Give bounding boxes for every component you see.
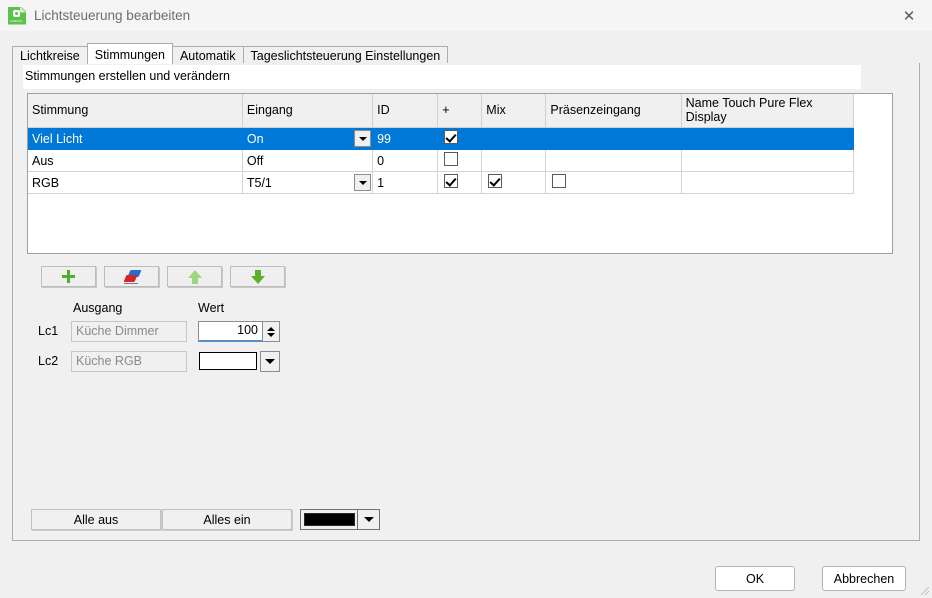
col-header-eingang[interactable]: Eingang [242, 94, 374, 128]
outputs-header-wert: Wert [198, 301, 225, 315]
checkbox-praesenzeingang[interactable] [552, 174, 567, 188]
cell-stimmung[interactable]: Viel Licht [28, 127, 243, 150]
section-banner-label: Stimmungen erstellen und verändern [25, 69, 230, 83]
cell-praesenzeingang[interactable] [545, 149, 682, 172]
col-header-id[interactable]: ID [372, 94, 439, 128]
app-icon-brand-text: COMPRO [10, 19, 23, 23]
chevron-down-icon[interactable] [354, 174, 372, 191]
cell-eingang[interactable]: Off [242, 149, 374, 172]
table-row[interactable]: Aus Off 0 [28, 149, 855, 172]
col-header-mix[interactable]: Mix [481, 94, 547, 128]
cell-eingang[interactable]: On [242, 127, 374, 150]
cell-plus[interactable] [437, 149, 483, 172]
col-header-stimmung[interactable]: Stimmung [28, 94, 243, 128]
bulk-actions-row: Alle aus Alles ein [31, 509, 380, 530]
table-row[interactable]: RGB T5/1 1 [28, 171, 855, 194]
spinner-buttons-lc1[interactable] [263, 321, 280, 342]
grid-toolbar [41, 266, 285, 287]
color-swatch[interactable] [304, 513, 355, 526]
table-header-row: Stimmung Eingang ID + Mix Präsenzeingang… [28, 94, 855, 128]
cell-name-touch-pure[interactable] [681, 149, 855, 172]
checkbox-mix[interactable] [488, 174, 503, 188]
col-header-praesenzeingang[interactable]: Präsenzeingang [545, 94, 682, 128]
eraser-icon [123, 269, 141, 284]
add-row-button[interactable] [41, 266, 96, 287]
cell-plus[interactable] [437, 127, 483, 150]
spinner-value-lc1[interactable]: 100 [198, 321, 263, 342]
cell-eingang-value: Off [246, 153, 264, 168]
tab-lichtkreise[interactable]: Lichtkreise [12, 46, 88, 63]
col-header-plus[interactable]: + [437, 94, 483, 128]
stimmungen-table: Stimmung Eingang ID + Mix Präsenzeingang… [28, 94, 855, 194]
arrow-down-icon [250, 269, 265, 284]
table-row[interactable]: Viel Licht On 99 [28, 127, 855, 150]
cell-id[interactable]: 99 [372, 127, 439, 150]
cell-mix[interactable] [481, 171, 547, 194]
all-on-button[interactable]: Alles ein [162, 509, 292, 530]
cell-stimmung[interactable]: RGB [28, 171, 243, 194]
move-up-button[interactable] [167, 266, 222, 287]
close-icon[interactable]: ✕ [886, 0, 932, 31]
cancel-button[interactable]: Abbrechen [822, 566, 906, 591]
chevron-down-icon[interactable] [354, 130, 372, 147]
cell-eingang-value: T5/1 [246, 175, 272, 190]
stimmungen-grid[interactable]: Stimmung Eingang ID + Mix Präsenzeingang… [27, 93, 893, 254]
app-document-gear-icon: COMPRO [8, 6, 26, 25]
outputs-header-ausgang: Ausgang [73, 301, 123, 315]
cell-name-touch-pure[interactable] [681, 171, 855, 194]
resize-grip-icon[interactable] [920, 586, 930, 596]
cell-name-touch-pure[interactable] [681, 127, 855, 150]
cell-plus[interactable] [437, 171, 483, 194]
output-wert-spinner-lc1[interactable]: 100 [198, 321, 280, 342]
delete-row-button[interactable] [104, 266, 159, 287]
cell-eingang-value: On [246, 131, 264, 146]
checkbox-plus[interactable] [444, 174, 459, 188]
cell-praesenzeingang[interactable] [545, 171, 682, 194]
cell-praesenzeingang[interactable] [545, 127, 682, 150]
ok-button[interactable]: OK [715, 566, 795, 591]
cell-eingang[interactable]: T5/1 [242, 171, 374, 194]
arrow-up-icon [187, 269, 202, 284]
tab-stimmungen[interactable]: Stimmungen [86, 43, 173, 64]
output-ausgang-lc2[interactable]: Küche RGB [71, 351, 187, 372]
section-banner: Stimmungen erstellen und verändern [23, 65, 861, 89]
tabstrip: Lichtkreise Stimmungen Automatik Tagesli… [12, 42, 920, 64]
combobox-value-lc2[interactable] [199, 352, 257, 370]
tab-tageslichtsteuerung-einstellungen[interactable]: Tageslichtsteuerung Einstellungen [242, 46, 449, 63]
cell-mix[interactable] [481, 127, 547, 150]
cell-mix[interactable] [481, 149, 547, 172]
checkbox-plus[interactable] [444, 130, 459, 144]
move-down-button[interactable] [230, 266, 285, 287]
chevron-down-icon[interactable] [357, 510, 379, 529]
window-titlebar: COMPRO Lichtsteuerung bearbeiten ✕ [0, 0, 932, 32]
spinner-down-icon[interactable] [267, 332, 275, 337]
spinner-up-icon[interactable] [267, 326, 275, 331]
cell-id[interactable]: 0 [372, 149, 439, 172]
output-ausgang-lc1[interactable]: Küche Dimmer [71, 321, 187, 342]
plus-icon [62, 270, 75, 283]
chevron-down-icon[interactable] [260, 351, 280, 372]
col-header-name-touch-pure-flex-display[interactable]: Name Touch Pure Flex Display [681, 94, 855, 128]
color-picker-combobox[interactable] [300, 509, 380, 530]
output-label-lc1: Lc1 [38, 324, 59, 338]
cell-id[interactable]: 1 [372, 171, 439, 194]
output-label-lc2: Lc2 [38, 354, 59, 368]
output-wert-combobox-lc2[interactable] [198, 351, 280, 372]
window-title: Lichtsteuerung bearbeiten [34, 8, 191, 23]
checkbox-plus[interactable] [444, 152, 459, 166]
tab-content-panel: Stimmungen erstellen und verändern Stimm… [12, 63, 920, 541]
cell-stimmung[interactable]: Aus [28, 149, 243, 172]
tab-automatik[interactable]: Automatik [171, 46, 244, 63]
all-off-button[interactable]: Alle aus [31, 509, 161, 530]
